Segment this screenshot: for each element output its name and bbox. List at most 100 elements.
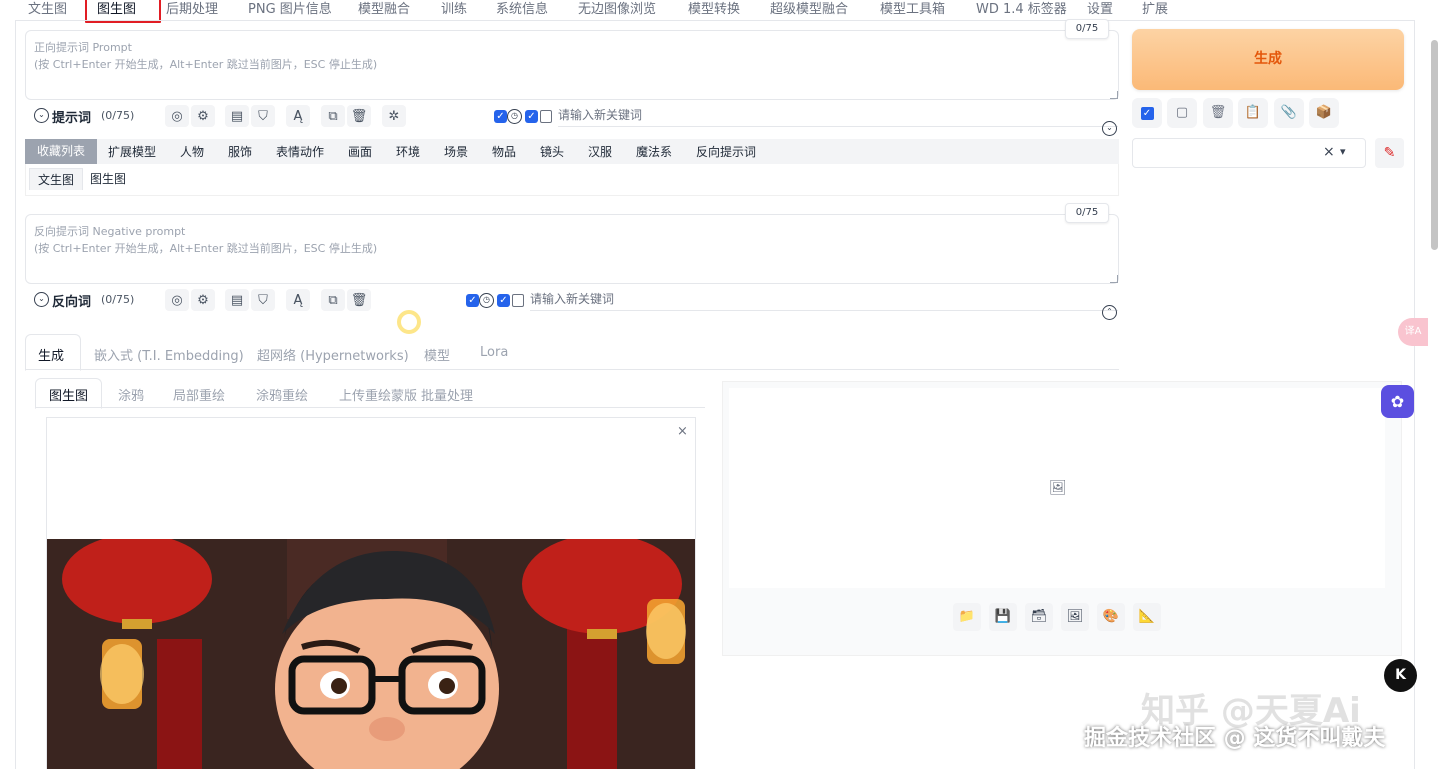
trash-icon[interactable]: 🗑 [1203, 98, 1233, 128]
zip-icon[interactable]: 🗃 [1025, 603, 1053, 631]
bookmark-icon[interactable]: ⛉ [251, 105, 275, 127]
option-checkbox-1[interactable]: ✓ [494, 110, 507, 123]
prompt-count: (0/75) [101, 109, 135, 122]
collapse-icon[interactable]: ⌄ [34, 108, 49, 123]
send-image-icon[interactable]: 🖼 [1061, 603, 1089, 631]
send-extras-icon[interactable]: 📐 [1133, 603, 1161, 631]
negative-count: (0/75) [101, 293, 135, 306]
translate-icon[interactable]: Ą [286, 105, 310, 127]
tab-extras[interactable]: 后期处理 [166, 0, 218, 17]
category-hanfu[interactable]: 汉服 [588, 143, 612, 160]
send-inpaint-icon[interactable]: 🎨 [1097, 603, 1125, 631]
kimi-badge[interactable]: K [1384, 659, 1417, 692]
watermark-juejin: 掘金技术社区 @ 这货不叫戴夫 [1084, 726, 1386, 751]
category-camera[interactable]: 镜头 [540, 143, 564, 160]
scrollbar[interactable] [1431, 40, 1438, 250]
trash-icon[interactable]: 🗑 [347, 105, 371, 127]
resize-handle[interactable] [1110, 91, 1118, 99]
option-checkbox-3[interactable] [540, 110, 552, 123]
history-icon[interactable]: ▤ [225, 289, 249, 311]
tab-super-merger[interactable]: 超级模型融合 [770, 0, 848, 17]
tab-extensions[interactable]: 扩展 [1142, 0, 1168, 17]
category-expressions[interactable]: 表情动作 [276, 143, 324, 160]
prompt-textarea[interactable]: 正向提示词 Prompt (按 Ctrl+Enter 开始生成，Alt+Ente… [25, 30, 1119, 100]
paperclip-icon[interactable]: 📎 [1274, 98, 1304, 128]
portrait-illustration [47, 539, 695, 769]
negative-textarea[interactable]: 反向提示词 Negative prompt (按 Ctrl+Enter 开始生成… [25, 214, 1119, 284]
tab-model-convert[interactable]: 模型转换 [688, 0, 740, 17]
gallery-preview: 🖼 [729, 388, 1385, 588]
subtab-txt2img[interactable]: 文生图 [29, 168, 84, 190]
cursor-indicator [397, 310, 421, 334]
expand-icon[interactable]: ⌄ [1102, 121, 1117, 136]
gear-icon[interactable]: ⚙ [191, 289, 215, 311]
tab-png-info[interactable]: PNG 图片信息 [248, 0, 332, 17]
negative-placeholder-2: (按 Ctrl+Enter 开始生成，Alt+Enter 跳过当前图片，ESC … [34, 242, 378, 255]
folder-icon[interactable]: 📁 [953, 603, 981, 631]
copy-icon[interactable]: ⧉ [321, 289, 345, 311]
tab-txt2img[interactable]: 文生图 [28, 0, 67, 17]
translate-badge[interactable]: 译A [1398, 318, 1428, 346]
collapse-icon[interactable]: ⌄ [34, 292, 49, 307]
subtab-img2img[interactable]: 图生图 [82, 168, 134, 190]
globe-icon[interactable]: ◎ [165, 289, 189, 311]
option-checkbox-2[interactable]: ✓ [497, 294, 510, 307]
copy-icon[interactable]: ⧉ [321, 105, 345, 127]
category-extension-models[interactable]: 扩展模型 [108, 143, 156, 160]
chevron-down-icon[interactable]: ▾ [1340, 145, 1346, 158]
gear-icon[interactable]: ⚙ [191, 105, 215, 127]
option-checkbox-3[interactable] [512, 294, 524, 307]
tab-wd-tagger[interactable]: WD 1.4 标签器 [976, 0, 1067, 17]
edit-icon[interactable]: ✎ [1375, 138, 1404, 168]
save-icon[interactable]: 💾 [989, 603, 1017, 631]
square-icon[interactable]: ▢ [1167, 98, 1197, 128]
tab-system-info[interactable]: 系统信息 [496, 0, 548, 17]
tab-train[interactable]: 训练 [441, 0, 467, 17]
box-icon[interactable]: 📦 [1309, 98, 1339, 128]
negative-placeholder-1: 反向提示词 Negative prompt [34, 225, 186, 238]
translate-icon[interactable]: Ą [286, 289, 310, 311]
category-negative[interactable]: 反向提示词 [696, 143, 756, 160]
tab-infinite-browser[interactable]: 无边图像浏览 [578, 0, 656, 17]
favorites-panel [25, 164, 1119, 196]
globe-icon[interactable]: ◎ [165, 105, 189, 127]
tab-checkpoint-merger[interactable]: 模型融合 [358, 0, 410, 17]
clipboard-icon[interactable]: 📋 [1238, 98, 1268, 128]
category-clothing[interactable]: 服饰 [228, 143, 252, 160]
prompt-label: 提示词 [52, 111, 92, 126]
style-select[interactable]: × ▾ [1132, 138, 1366, 168]
image-placeholder-icon: 🖼 [1049, 480, 1067, 496]
category-objects[interactable]: 物品 [492, 143, 516, 160]
category-frame[interactable]: 画面 [348, 143, 372, 160]
tab-model-toolkit[interactable]: 模型工具箱 [880, 0, 945, 17]
collapse-icon[interactable]: ⌃ [1102, 305, 1117, 320]
keyword-input[interactable]: 请输入新关键词 [558, 105, 1118, 127]
category-scene[interactable]: 场景 [444, 143, 468, 160]
tab-settings[interactable]: 设置 [1087, 0, 1113, 17]
resize-handle[interactable] [1110, 275, 1118, 283]
bookmark-icon[interactable]: ⛉ [251, 289, 275, 311]
category-bar: 收藏列表 扩展模型 人物 服饰 表情动作 画面 环境 场景 物品 镜头 汉服 魔… [25, 139, 1119, 164]
category-favorites[interactable]: 收藏列表 [25, 139, 98, 164]
openai-icon[interactable]: ✲ [382, 105, 406, 127]
assistant-icon[interactable]: ✿ [1381, 385, 1414, 418]
keyword-input[interactable]: 请输入新关键词 [530, 289, 1118, 311]
generate-button[interactable]: 生成 [1132, 29, 1404, 90]
clear-icon[interactable]: × [1323, 144, 1335, 160]
image-input-panel[interactable]: × [46, 417, 696, 769]
input-image [47, 539, 695, 769]
checkbox-icon[interactable]: ✓ [1132, 98, 1162, 128]
prompt-placeholder-1: 正向提示词 Prompt [34, 41, 132, 54]
close-icon[interactable]: × [677, 424, 688, 439]
inner-tab-bar [35, 378, 705, 408]
history-icon[interactable]: ▤ [225, 105, 249, 127]
category-magic[interactable]: 魔法系 [636, 143, 672, 160]
active-inner-tab-frame [35, 378, 102, 409]
negative-token-counter: 0/75 [1065, 203, 1109, 223]
trash-icon[interactable]: 🗑 [347, 289, 371, 311]
option-checkbox-1[interactable]: ✓ [466, 294, 479, 307]
category-people[interactable]: 人物 [180, 143, 204, 160]
category-environment[interactable]: 环境 [396, 143, 420, 160]
timer-icon: ◷ [479, 293, 494, 308]
option-checkbox-2[interactable]: ✓ [525, 110, 538, 123]
